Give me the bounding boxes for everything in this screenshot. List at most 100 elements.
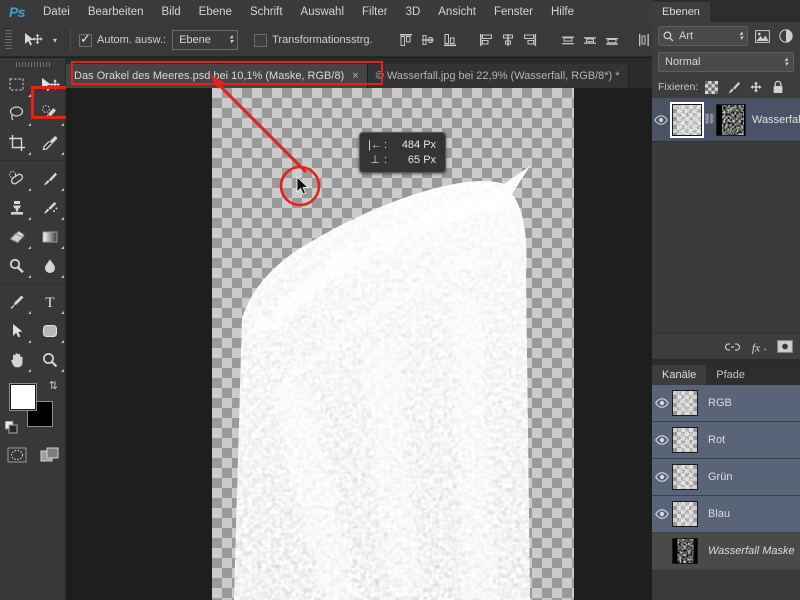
transform-controls-label: Transformationsstrg.	[272, 34, 373, 46]
move-tool-icon[interactable]	[18, 28, 48, 52]
spot-healing-icon[interactable]	[0, 164, 33, 193]
channel-thumbnail[interactable]	[672, 390, 698, 416]
channel-visibility-toggle[interactable]	[652, 472, 672, 482]
crop-icon[interactable]	[0, 128, 33, 157]
channel-thumbnail[interactable]	[672, 538, 698, 564]
channel-visibility-toggle[interactable]	[652, 509, 672, 519]
type-icon[interactable]: T	[33, 287, 66, 316]
distribute-top-icon[interactable]	[557, 29, 579, 51]
channel-row-wasserfall-maske[interactable]: Wasserfall Maske	[652, 533, 800, 570]
channel-thumbnail[interactable]	[672, 427, 698, 453]
layer-thumbnail[interactable]	[671, 103, 703, 136]
align-right-edges-icon[interactable]	[519, 29, 541, 51]
menu-item-bild[interactable]: Bild	[152, 0, 189, 24]
distribute-vertical-center-icon[interactable]	[579, 29, 601, 51]
layer-visibility-toggle[interactable]	[652, 114, 671, 125]
lock-all-icon[interactable]	[769, 79, 786, 96]
menu-item-fenster[interactable]: Fenster	[485, 0, 542, 24]
options-bar-grip[interactable]	[2, 29, 14, 51]
channel-row-blau[interactable]: Blau	[652, 496, 800, 533]
lock-label: Fixieren:	[658, 81, 699, 93]
menu-item-ebene[interactable]: Ebene	[190, 0, 241, 24]
lock-pixels-icon[interactable]	[725, 79, 742, 96]
brush-icon[interactable]	[33, 164, 66, 193]
distribute-bottom-icon[interactable]	[601, 29, 623, 51]
gradient-icon[interactable]	[33, 222, 66, 251]
tab-pfade[interactable]: Pfade	[706, 365, 756, 385]
layer-filter-dropdown[interactable]: Art ▴ ▾	[658, 26, 748, 46]
fx-icon[interactable]: fx	[750, 338, 767, 355]
transform-controls-group[interactable]: Transformationsstrg.	[254, 33, 373, 47]
quick-selection-icon[interactable]	[33, 99, 66, 128]
channel-visibility-toggle[interactable]	[652, 398, 672, 408]
auto-select-group[interactable]: Autom. ausw.:	[79, 31, 166, 47]
eraser-icon[interactable]	[0, 222, 33, 251]
lock-position-icon[interactable]	[747, 79, 764, 96]
screen-mode-icon[interactable]	[33, 440, 66, 470]
auto-select-dropdown[interactable]: Ebene ▴ ▾	[172, 30, 239, 50]
lasso-icon[interactable]	[0, 99, 33, 128]
blend-mode-dropdown[interactable]: Normal ▴ ▾	[658, 52, 794, 72]
channel-visibility-toggle[interactable]	[652, 435, 672, 445]
history-brush-icon[interactable]	[33, 193, 66, 222]
layer-mask-link-icon[interactable]: ⛓	[703, 114, 716, 125]
path-selection-icon[interactable]	[0, 316, 33, 345]
foreground-color-swatch[interactable]	[10, 384, 36, 410]
close-icon[interactable]: ×	[352, 70, 358, 82]
menu-item-schrift[interactable]: Schrift	[241, 0, 292, 24]
swap-colors-icon[interactable]: ⇅	[49, 379, 58, 392]
link-layers-icon[interactable]	[724, 338, 741, 355]
menu-item-ansicht[interactable]: Ansicht	[429, 0, 485, 24]
measurement-tooltip: |← : 484 Px ⊥ : 65 Px	[359, 132, 447, 173]
layer-mask-thumbnail[interactable]	[715, 103, 747, 136]
canvas-area[interactable]: |← : 484 Px ⊥ : 65 Px	[66, 88, 652, 600]
align-left-edges-icon[interactable]	[475, 29, 497, 51]
zoom-icon[interactable]	[33, 345, 66, 374]
eyedropper-icon[interactable]	[33, 128, 66, 157]
document-tab-orakel[interactable]: Das Orakel des Meeres.psd bei 10,1% (Mas…	[66, 64, 368, 88]
tool-preset-chevron-down-icon[interactable]: ▾	[48, 28, 62, 52]
document-tab-wasserfall[interactable]: © Wasserfall.jpg bei 22,9% (Wasserfall, …	[367, 64, 629, 88]
clone-stamp-icon[interactable]	[0, 193, 33, 222]
hand-icon[interactable]	[0, 345, 33, 374]
pen-icon[interactable]	[0, 287, 33, 316]
shape-icon[interactable]	[33, 316, 66, 345]
channel-thumbnail[interactable]	[672, 501, 698, 527]
add-mask-icon[interactable]	[776, 338, 793, 355]
tools-panel-grip[interactable]	[0, 58, 65, 70]
menu-item-3d[interactable]: 3D	[397, 0, 430, 24]
move-tool-icon[interactable]	[33, 70, 66, 99]
tab-ebenen[interactable]: Ebenen	[652, 2, 710, 22]
quick-mask-icon[interactable]	[0, 440, 33, 470]
measure-colon-h: :	[384, 138, 388, 151]
lock-transparency-icon[interactable]	[703, 79, 720, 96]
layer-filter-row: Art ▴ ▾	[652, 22, 800, 50]
menu-item-datei[interactable]: Datei	[34, 0, 79, 24]
menu-item-auswahl[interactable]: Auswahl	[292, 0, 353, 24]
blur-icon[interactable]	[33, 251, 66, 280]
rectangular-marquee-icon[interactable]	[0, 70, 33, 99]
dodge-icon[interactable]	[0, 251, 33, 280]
transform-controls-checkbox[interactable]	[254, 33, 268, 47]
tab-kanaele[interactable]: Kanäle	[652, 365, 707, 385]
image-filter-icon[interactable]	[754, 28, 771, 45]
menu-item-bearbeiten[interactable]: Bearbeiten	[79, 0, 153, 24]
tools-grid: T	[0, 70, 66, 374]
auto-select-checkbox[interactable]	[79, 31, 92, 47]
align-vertical-centers-icon[interactable]	[417, 29, 439, 51]
align-horizontal-centers-icon[interactable]	[497, 29, 519, 51]
menu-item-filter[interactable]: Filter	[353, 0, 397, 24]
chevron-updown-icon: ▴ ▾	[229, 33, 234, 46]
channel-row-gruen[interactable]: Grün	[652, 459, 800, 496]
align-top-edges-icon[interactable]	[395, 29, 417, 51]
menu-item-hilfe[interactable]: Hilfe	[542, 0, 583, 24]
channel-name: Rot	[708, 434, 726, 446]
channel-row-rot[interactable]: Rot	[652, 422, 800, 459]
layer-row[interactable]: ⛓ Wasserfall	[652, 98, 800, 142]
align-bottom-edges-icon[interactable]	[439, 29, 461, 51]
default-colors-icon[interactable]	[5, 421, 18, 434]
layers-empty-area	[652, 142, 800, 333]
adjustment-filter-icon[interactable]	[777, 28, 794, 45]
channel-thumbnail[interactable]	[672, 464, 698, 490]
channel-row-rgb[interactable]: RGB	[652, 385, 800, 422]
